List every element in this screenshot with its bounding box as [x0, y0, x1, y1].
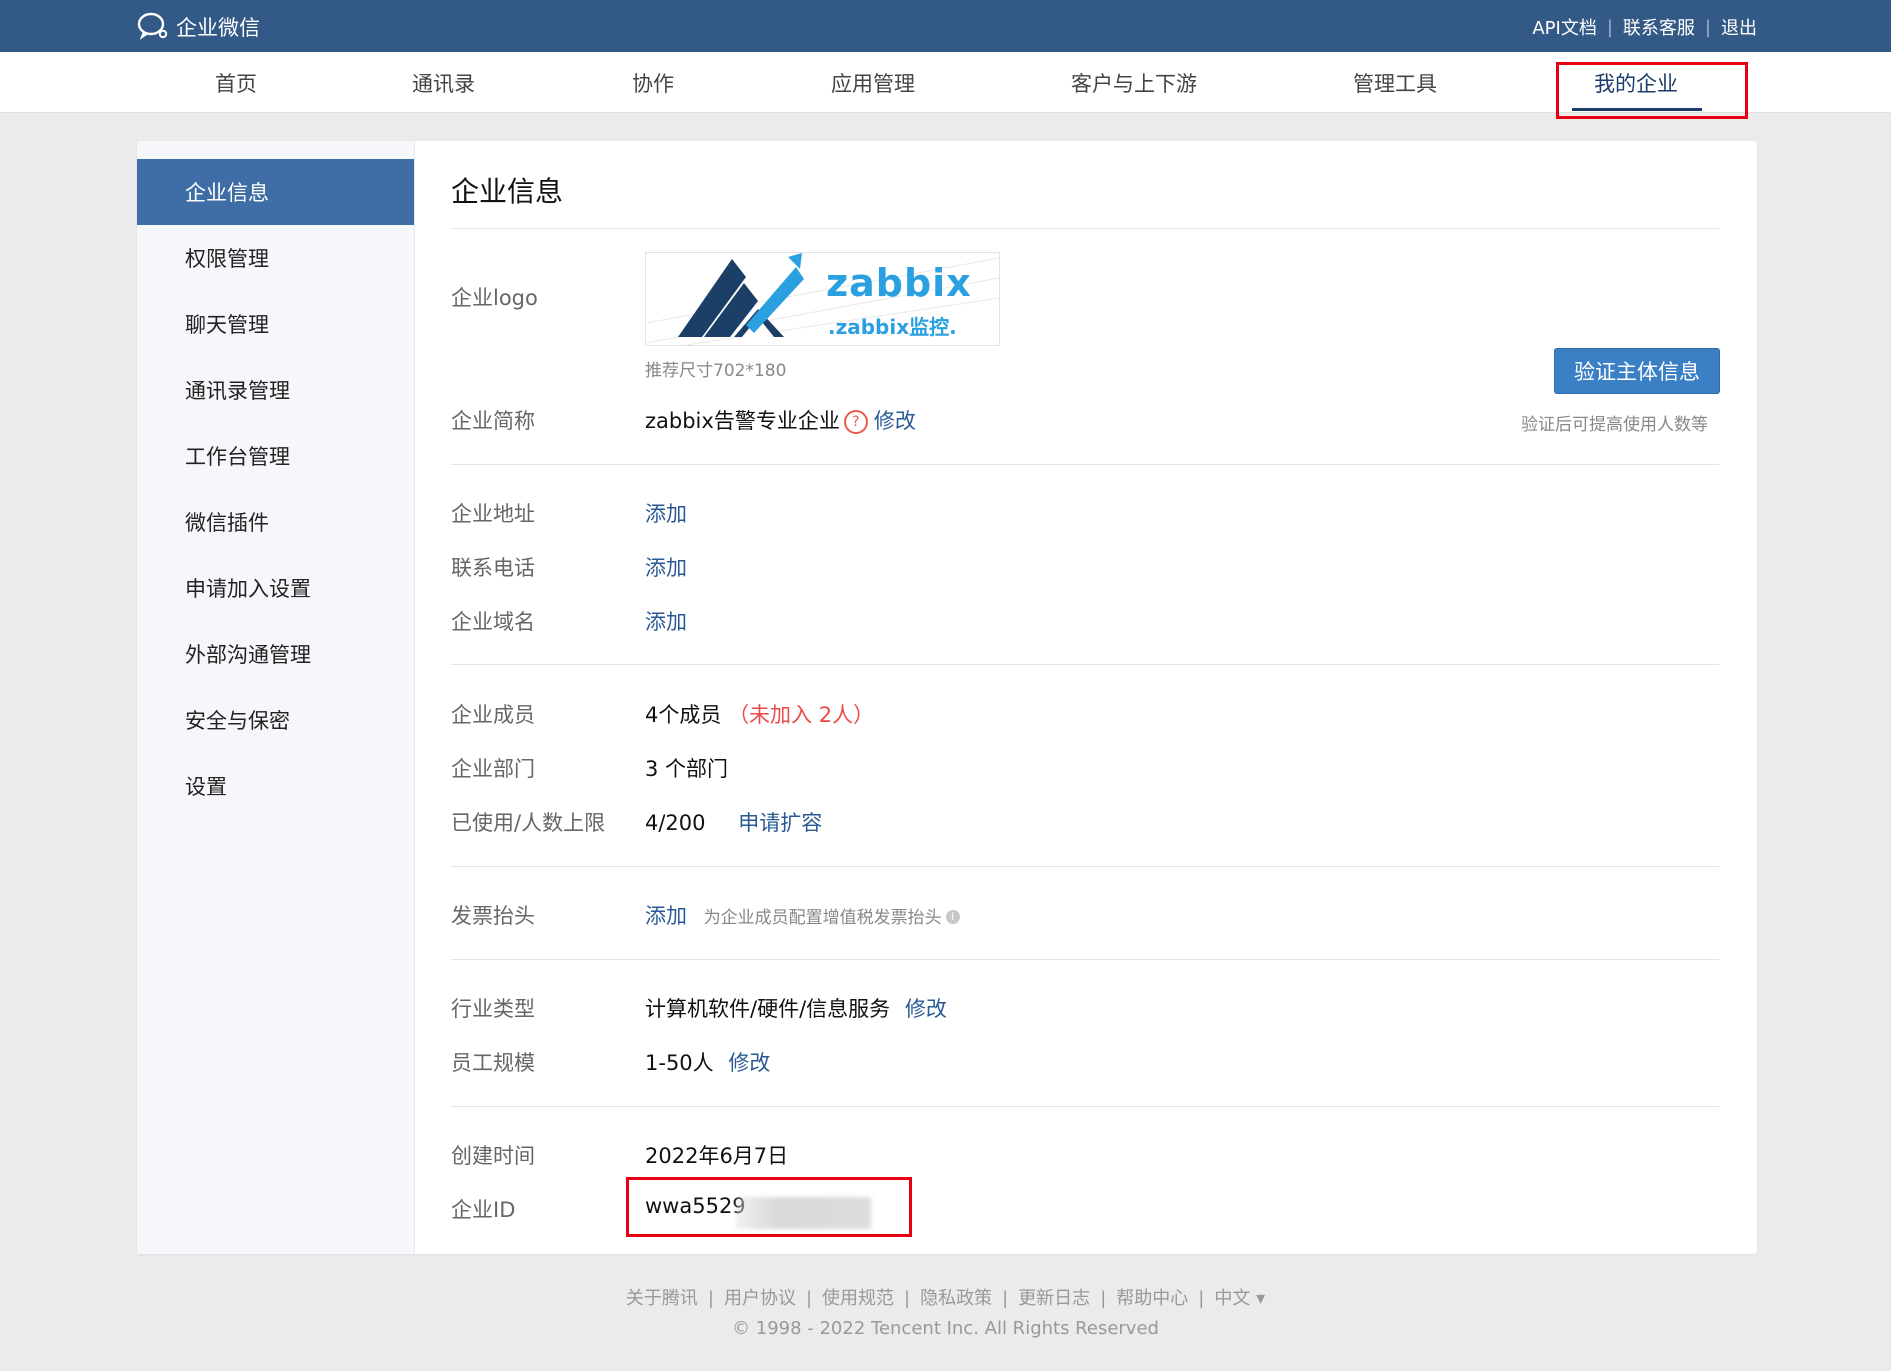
logo-label: 企业logo [451, 286, 538, 310]
verify-subject-button[interactable]: 验证主体信息 [1554, 348, 1720, 394]
footer-link-about[interactable]: 关于腾讯 [626, 1288, 698, 1309]
edit-short-name-link[interactable]: 修改 [874, 409, 916, 433]
footer-link-agreement[interactable]: 用户协议 [724, 1288, 796, 1309]
usage-value: 4/200 [645, 811, 706, 835]
copyright: © 1998 - 2022 Tencent Inc. All Rights Re… [732, 1318, 1159, 1339]
brand-name: 企业微信 [176, 16, 260, 40]
divider [451, 464, 1719, 465]
domain-label: 企业域名 [451, 610, 535, 634]
corp-id-label: 企业ID [451, 1198, 516, 1222]
usage-row: 4/200 申请扩容 [645, 807, 822, 837]
nav-management-tools[interactable]: 管理工具 [1353, 68, 1437, 98]
short-name-label: 企业简称 [451, 409, 535, 433]
members-label: 企业成员 [451, 703, 535, 727]
nav-customers[interactable]: 客户与上下游 [1071, 68, 1197, 98]
footer-link-privacy[interactable]: 隐私政策 [920, 1288, 992, 1309]
logo-text-sub: .zabbix监控. [828, 315, 957, 339]
info-icon[interactable]: i [945, 910, 960, 924]
add-address-link[interactable]: 添加 [645, 498, 687, 528]
api-docs-link[interactable]: API文档 [1532, 14, 1596, 40]
scale-value: 1-50人 [645, 1051, 714, 1075]
sidebar-item-external-communication[interactable]: 外部沟通管理 [137, 621, 414, 687]
logo-text-main: zabbix [826, 261, 972, 305]
departments-label: 企业部门 [451, 757, 535, 781]
address-label: 企业地址 [451, 502, 535, 526]
logo-size-hint: 推荐尺寸702*180 [645, 361, 787, 381]
divider [451, 866, 1719, 867]
sidebar-item-permissions[interactable]: 权限管理 [137, 225, 414, 291]
sidebar-item-security[interactable]: 安全与保密 [137, 687, 414, 753]
members-pending[interactable]: （未加入 2人） [728, 703, 874, 727]
help-icon[interactable]: ? [843, 410, 868, 434]
add-phone-link[interactable]: 添加 [645, 552, 687, 582]
divider: | [1704, 16, 1711, 38]
sidebar-item-contacts-management[interactable]: 通讯录管理 [137, 357, 414, 423]
footer-link-changelog[interactable]: 更新日志 [1018, 1288, 1090, 1309]
highlight-box-corp-id [626, 1177, 912, 1237]
support-link[interactable]: 联系客服 [1623, 14, 1695, 40]
page-title: 企业信息 [451, 175, 564, 208]
divider [451, 959, 1719, 960]
industry-row: 计算机软件/硬件/信息服务 修改 [645, 993, 947, 1023]
divider [451, 1106, 1719, 1107]
sidebar-item-enterprise-info[interactable]: 企业信息 [137, 159, 414, 225]
divider [451, 228, 1719, 229]
footer-link-help[interactable]: 帮助中心 [1116, 1288, 1188, 1309]
edit-scale-link[interactable]: 修改 [728, 1051, 770, 1075]
divider: | [1606, 16, 1613, 38]
sidebar-item-join-settings[interactable]: 申请加入设置 [137, 555, 414, 621]
sidebar-item-chat-management[interactable]: 聊天管理 [137, 291, 414, 357]
divider [451, 664, 1719, 665]
invoice-label: 发票抬头 [451, 904, 535, 928]
sidebar-item-settings[interactable]: 设置 [137, 753, 414, 819]
departments-value: 3 个部门 [645, 757, 729, 781]
short-name-value: zabbix告警专业企业 [645, 409, 840, 433]
add-domain-link[interactable]: 添加 [645, 606, 687, 636]
add-invoice-link[interactable]: 添加 [645, 904, 687, 928]
logout-link[interactable]: 退出 [1721, 14, 1757, 40]
top-bar: 企业微信 API文档 | 联系客服 | 退出 [0, 0, 1891, 52]
invoice-hint: 为企业成员配置增值税发票抬头 [703, 908, 942, 928]
highlight-box-nav [1556, 62, 1748, 119]
footer-link-rules[interactable]: 使用规范 [822, 1288, 894, 1309]
edit-industry-link[interactable]: 修改 [905, 997, 947, 1021]
nav-app-management[interactable]: 应用管理 [831, 68, 915, 98]
wecom-logo-icon [136, 10, 170, 45]
members-count: 4个成员 [645, 703, 722, 727]
sidebar-item-workbench[interactable]: 工作台管理 [137, 423, 414, 489]
verify-hint: 验证后可提高使用人数等 [1521, 415, 1708, 435]
enterprise-logo[interactable]: zabbix .zabbix监控. [645, 252, 1000, 346]
footer-links: 关于腾讯 | 用户协议 | 使用规范 | 隐私政策 | 更新日志 | 帮助中心 | 中文 ▾ [625, 1288, 1266, 1309]
industry-value: 计算机软件/硬件/信息服务 [645, 997, 891, 1021]
invoice-row: 添加 为企业成员配置增值税发票抬头 i [645, 900, 960, 930]
sidebar-item-wechat-plugin[interactable]: 微信插件 [137, 489, 414, 555]
nav-home[interactable]: 首页 [215, 68, 257, 98]
scale-row: 1-50人 修改 [645, 1047, 770, 1077]
nav-collaboration[interactable]: 协作 [632, 68, 674, 98]
usage-label: 已使用/人数上限 [451, 811, 606, 835]
scale-label: 员工规模 [451, 1051, 535, 1075]
industry-label: 行业类型 [451, 997, 535, 1021]
nav-contacts[interactable]: 通讯录 [412, 68, 475, 98]
created-value: 2022年6月7日 [645, 1144, 789, 1168]
members-row: 4个成员 （未加入 2人） [645, 699, 874, 729]
language-select[interactable]: 中文 ▾ [1214, 1288, 1265, 1309]
top-links: API文档 | 联系客服 | 退出 [1532, 14, 1757, 40]
apply-expansion-link[interactable]: 申请扩容 [738, 811, 822, 835]
created-label: 创建时间 [451, 1144, 535, 1168]
brand[interactable]: 企业微信 [136, 12, 260, 42]
phone-label: 联系电话 [451, 556, 535, 580]
sidebar: 企业信息 权限管理 聊天管理 通讯录管理 工作台管理 微信插件 申请加入设置 外… [137, 141, 415, 1254]
short-name-row: zabbix告警专业企业? 修改 [645, 405, 916, 435]
